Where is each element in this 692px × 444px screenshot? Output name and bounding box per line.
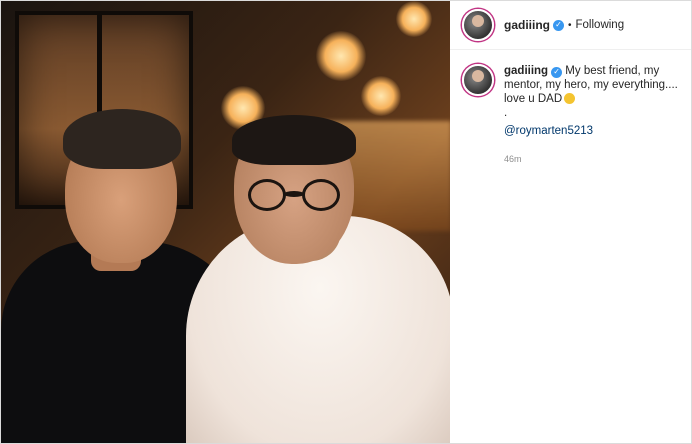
avatar[interactable] xyxy=(462,64,494,96)
verified-badge-icon: ✓ xyxy=(551,66,563,78)
avatar[interactable] xyxy=(462,9,494,41)
header-username[interactable]: gadiiing xyxy=(504,18,550,32)
caption-dot-line: . xyxy=(504,107,508,119)
post-timestamp[interactable]: 46m xyxy=(504,152,679,166)
verified-badge-icon: ✓ xyxy=(553,19,564,31)
post-side-panel: gadiiing ✓ • Following gadiiing ✓ My best… xyxy=(450,1,691,443)
pendant-lamp xyxy=(361,76,401,116)
following-button[interactable]: Following xyxy=(576,19,625,31)
person-left-hair xyxy=(63,109,181,169)
hugging-face-emoji-icon xyxy=(564,93,576,104)
post-header: gadiiing ✓ • Following xyxy=(450,1,691,50)
pendant-lamp xyxy=(396,1,432,37)
caption-body: gadiiing ✓ My best friend, my mentor, my … xyxy=(504,64,679,166)
person-right-hair xyxy=(232,115,356,165)
caption-username[interactable]: gadiiing xyxy=(504,65,548,77)
eyeglasses xyxy=(248,179,340,213)
mention-link[interactable]: @roymarten5213 xyxy=(504,124,679,138)
instagram-post-modal: gadiiing ✓ • Following gadiiing ✓ My best… xyxy=(0,0,692,444)
pendant-lamp xyxy=(316,31,366,81)
separator-dot: • xyxy=(568,19,572,31)
post-photo[interactable] xyxy=(1,1,450,443)
caption-comment: gadiiing ✓ My best friend, my mentor, my … xyxy=(450,50,691,166)
